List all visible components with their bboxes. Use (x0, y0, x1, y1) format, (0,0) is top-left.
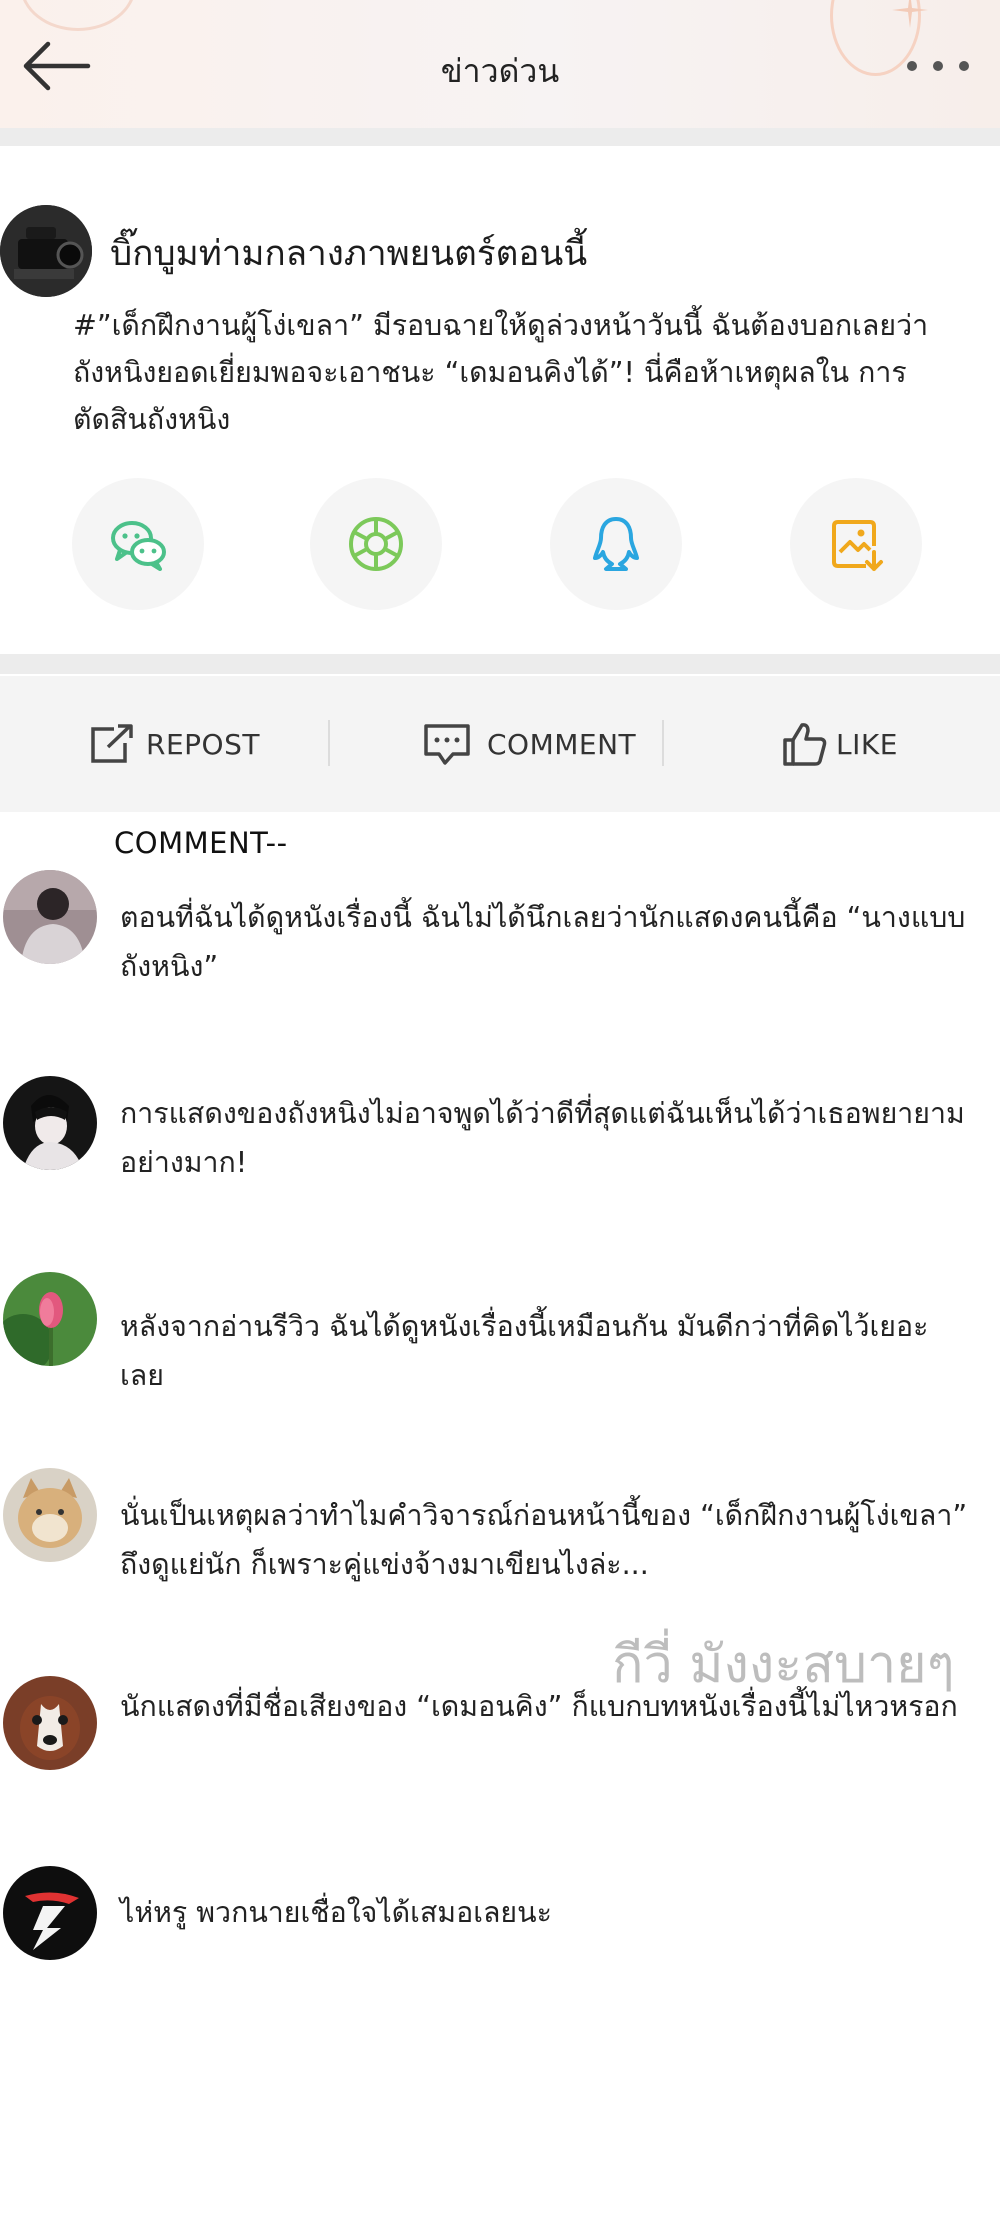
commenter-avatar[interactable] (3, 870, 97, 964)
moments-icon (349, 517, 403, 571)
repost-button[interactable]: REPOST (88, 722, 260, 766)
like-button[interactable]: LIKE (782, 722, 898, 766)
comment-text: หลังจากอ่านรีวิว ฉันได้ดูหนังเรื่องนี้เห… (120, 1310, 929, 1392)
commenter-avatar[interactable] (3, 1866, 97, 1960)
header-decoration (20, 0, 136, 31)
anime-character-image (3, 1076, 97, 1170)
sparkle-decoration (892, 0, 928, 28)
dog-photo-image (3, 1676, 97, 1770)
person-photo-image (3, 870, 97, 964)
post-author-avatar[interactable] (0, 205, 92, 297)
share-qq-button[interactable] (550, 478, 682, 610)
top-bar: ข่าวด่วน (0, 0, 1000, 128)
action-divider (328, 720, 330, 766)
comments-heading: COMMENT-- (114, 826, 288, 860)
repost-label: REPOST (146, 727, 260, 761)
commenter-avatar[interactable] (3, 1076, 97, 1170)
lotus-flower-image (3, 1272, 97, 1366)
more-options-button[interactable] (900, 48, 980, 88)
commenter-avatar[interactable] (3, 1272, 97, 1366)
divider (0, 128, 1000, 146)
qq-icon (593, 517, 639, 571)
comment-text: การแสดงของถังหนิงไม่อาจพูดได้ว่าดีที่สุด… (120, 1097, 965, 1179)
action-divider (662, 720, 664, 766)
post-body: #”เด็กฝึกงานผู้โง่เขลา” มีรอบฉายให้ดูล่ว… (73, 309, 929, 436)
action-bar: REPOST COMMENT LIKE (0, 676, 1000, 812)
repost-icon (91, 724, 133, 763)
post-author-name[interactable]: บิ๊กบูมท่ามกลางภาพยนตร์ตอนนี้ (110, 226, 587, 281)
video-camera-image (0, 205, 92, 297)
commenter-avatar[interactable] (3, 1676, 97, 1770)
cat-photo-image (3, 1468, 97, 1562)
commenter-avatar[interactable] (3, 1468, 97, 1562)
comment-label: COMMENT (487, 727, 637, 761)
divider (0, 654, 1000, 674)
comment-text: นั่นเป็นเหตุผลว่าทำไมคำวิจารณ์ก่อนหน้านี… (120, 1499, 968, 1581)
share-moments-button[interactable] (310, 478, 442, 610)
share-wechat-button[interactable] (72, 478, 204, 610)
like-label: LIKE (836, 727, 898, 761)
ninja-logo-image (3, 1866, 97, 1960)
wechat-icon (111, 521, 166, 571)
comment-text: ไห่หรู พวกนายเชื่อใจได้เสมอเลยนะ (120, 1896, 552, 1929)
more-dots-icon (907, 61, 969, 71)
comment-icon (424, 724, 470, 765)
comment-text: ตอนที่ฉันได้ดูหนังเรื่องนี้ ฉันไม่ได้นึก… (120, 901, 966, 983)
save-image-icon (832, 520, 883, 571)
page-title: ข่าวด่วน (440, 52, 560, 90)
thumbs-up-icon (783, 723, 827, 766)
save-image-button[interactable] (790, 478, 922, 610)
comment-text: นักแสดงที่มีชื่อเสียงของ “เดมอนคิง” ก็แบ… (120, 1690, 958, 1723)
comment-button[interactable]: COMMENT (423, 722, 636, 766)
